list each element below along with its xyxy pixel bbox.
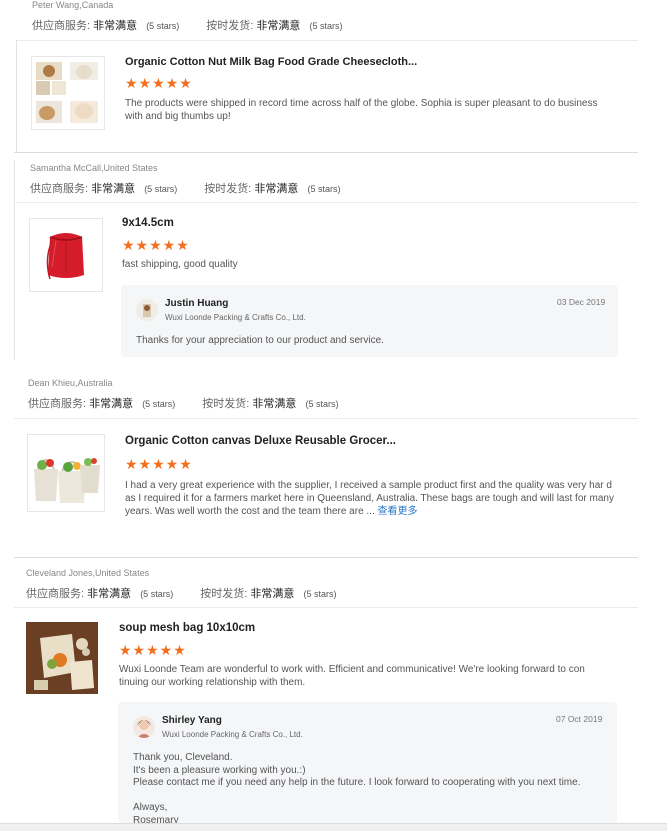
supplier-ratings: 供应商服务: 非常满意 (5 stars) 按时发货: 非常满意 (5 star… (28, 395, 338, 411)
reply-text: Thanks for your appreciation to our prod… (136, 335, 384, 346)
review-text: I had a very great experience with the s… (125, 479, 620, 518)
review-card: Samantha McCall,United States 供应商服务: 非常满… (0, 160, 640, 365)
supplier-company: Wuxi Loonde Packing & Crafts Co., Ltd. (162, 730, 303, 739)
reply-date: 07 Oct 2019 (556, 714, 603, 724)
supplier-service-label: 供应商服务: (26, 588, 85, 600)
supplier-ratings: 供应商服务: 非常满意 (5 stars) 按时发货: 非常满意 (5 star… (30, 180, 340, 196)
reviewer-name: Samantha McCall,United States (30, 163, 158, 173)
review-text: Wuxi Loonde Team are wonderful to work w… (119, 664, 585, 688)
supplier-service-value: 非常满意 (89, 398, 134, 410)
supplier-reply-name: Justin Huang (165, 298, 229, 309)
review-card: Cleveland Jones,United States 供应商服务: 非常满… (0, 565, 640, 826)
review-text: fast shipping, good quality (122, 259, 238, 270)
shipment-stars: (5 stars) (309, 21, 343, 31)
supplier-ratings: 供应商服务: 非常满意 (5 stars) 按时发货: 非常满意 (5 star… (32, 17, 342, 33)
shipment-value: 非常满意 (250, 588, 295, 600)
supplier-avatar (136, 299, 158, 321)
reviewer-name: Dean Khieu,Australia (28, 378, 113, 388)
product-thumbnail[interactable] (29, 218, 103, 292)
product-thumbnail[interactable] (31, 56, 105, 130)
product-title[interactable]: soup mesh bag 10x10cm (119, 622, 255, 634)
product-title[interactable]: Organic Cotton canvas Deluxe Reusable Gr… (125, 435, 396, 447)
divider (14, 160, 15, 360)
supplier-service-value: 非常满意 (91, 183, 136, 195)
shipment-label: 按时发货: (202, 398, 250, 410)
supplier-service-label: 供应商服务: (30, 183, 89, 195)
supplier-service-value: 非常满意 (93, 20, 138, 32)
supplier-service-label: 供应商服务: (32, 20, 91, 32)
divider (14, 607, 638, 608)
section-separator (14, 152, 638, 153)
read-more-link[interactable]: 查看更多 (378, 506, 418, 517)
reviewer-name: Peter Wang,Canada (32, 0, 114, 10)
shipment-label: 按时发货: (204, 183, 252, 195)
shipment-stars: (5 stars) (305, 399, 339, 409)
divider (16, 202, 638, 203)
shipment-value: 非常满意 (256, 20, 301, 32)
rating-stars: ★★★★★ (122, 237, 190, 253)
reply-date: 03 Dec 2019 (557, 297, 606, 307)
shipment-label: 按时发货: (206, 20, 254, 32)
review-text-content: I had a very great experience with the s… (125, 480, 614, 517)
supplier-service-value: 非常满意 (87, 588, 132, 600)
shipment-value: 非常满意 (254, 183, 299, 195)
rating-stars: ★★★★★ (119, 642, 187, 658)
product-title[interactable]: 9x14.5cm (122, 217, 174, 229)
shipment-stars: (5 stars) (307, 184, 341, 194)
divider (16, 40, 17, 152)
supplier-reply: Shirley Yang Wuxi Loonde Packing & Craft… (118, 702, 617, 826)
reviewer-name: Cleveland Jones,United States (26, 568, 150, 578)
supplier-service-stars: (5 stars) (144, 184, 178, 194)
review-text: The products were shipped in record time… (125, 98, 598, 122)
supplier-company: Wuxi Loonde Packing & Crafts Co., Ltd. (165, 313, 306, 322)
divider (16, 40, 638, 41)
supplier-service-stars: (5 stars) (140, 589, 174, 599)
supplier-service-label: 供应商服务: (28, 398, 87, 410)
shipment-stars: (5 stars) (303, 589, 337, 599)
supplier-reply-name: Shirley Yang (162, 715, 222, 726)
rating-stars: ★★★★★ (125, 456, 193, 472)
product-thumbnail[interactable] (26, 622, 98, 694)
review-card: Peter Wang,Canada 供应商服务: 非常满意 (5 stars) … (0, 0, 640, 152)
review-card: Dean Khieu,Australia 供应商服务: 非常满意 (5 star… (0, 375, 640, 555)
product-thumbnail[interactable] (27, 434, 105, 512)
reply-text: Thank you, Cleveland. It's been a pleasu… (133, 752, 581, 826)
section-separator (14, 557, 638, 558)
supplier-reply: Justin Huang Wuxi Loonde Packing & Craft… (121, 285, 618, 357)
divider (14, 418, 638, 419)
supplier-service-stars: (5 stars) (142, 399, 176, 409)
supplier-service-stars: (5 stars) (146, 21, 180, 31)
supplier-avatar (133, 716, 155, 738)
product-title[interactable]: Organic Cotton Nut Milk Bag Food Grade C… (125, 56, 417, 68)
supplier-ratings: 供应商服务: 非常满意 (5 stars) 按时发货: 非常满意 (5 star… (26, 585, 336, 601)
shipment-label: 按时发货: (200, 588, 248, 600)
shipment-value: 非常满意 (252, 398, 297, 410)
rating-stars: ★★★★★ (125, 75, 193, 91)
